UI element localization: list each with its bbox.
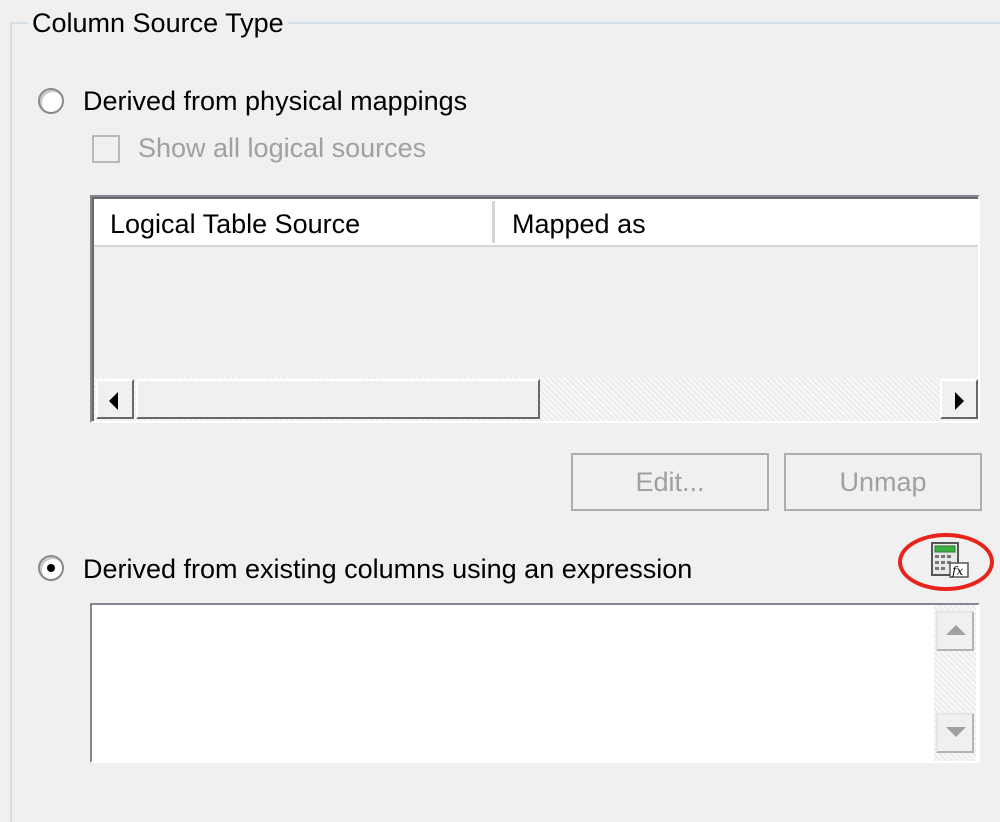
scroll-up-button[interactable] bbox=[936, 611, 974, 651]
physical-mappings-label[interactable]: Derived from physical mappings bbox=[83, 84, 467, 118]
arrow-left-icon bbox=[109, 392, 118, 410]
horizontal-scrollbar[interactable] bbox=[94, 377, 978, 421]
arrow-down-icon bbox=[946, 727, 966, 737]
group-title: Column Source Type bbox=[28, 6, 288, 40]
expression-textbox[interactable] bbox=[90, 603, 980, 763]
edit-button[interactable]: Edit... bbox=[571, 453, 769, 511]
column-header-mapped-as[interactable]: Mapped as bbox=[496, 199, 976, 245]
column-header-logical-table-source[interactable]: Logical Table Source bbox=[94, 199, 494, 245]
vertical-scrollbar[interactable] bbox=[934, 605, 976, 761]
scroll-down-button[interactable] bbox=[936, 713, 974, 753]
physical-mappings-radio[interactable] bbox=[38, 88, 64, 114]
expression-radio[interactable] bbox=[38, 555, 64, 581]
scroll-right-button[interactable] bbox=[940, 379, 978, 419]
scroll-thumb[interactable] bbox=[136, 379, 540, 419]
arrow-up-icon bbox=[946, 625, 966, 635]
scroll-left-button[interactable] bbox=[96, 379, 134, 419]
show-all-logical-sources-checkbox[interactable] bbox=[92, 135, 120, 163]
logical-table-source-list[interactable]: Logical Table Source Mapped as bbox=[90, 195, 980, 423]
expression-label[interactable]: Derived from existing columns using an e… bbox=[83, 552, 692, 586]
highlight-circle bbox=[898, 533, 994, 591]
arrow-right-icon bbox=[955, 392, 964, 410]
list-header: Logical Table Source Mapped as bbox=[94, 199, 978, 247]
unmap-button[interactable]: Unmap bbox=[784, 453, 982, 511]
radio-selected-dot bbox=[47, 564, 55, 572]
show-all-logical-sources-label: Show all logical sources bbox=[138, 133, 427, 163]
list-frame: Logical Table Source Mapped as bbox=[92, 197, 978, 421]
